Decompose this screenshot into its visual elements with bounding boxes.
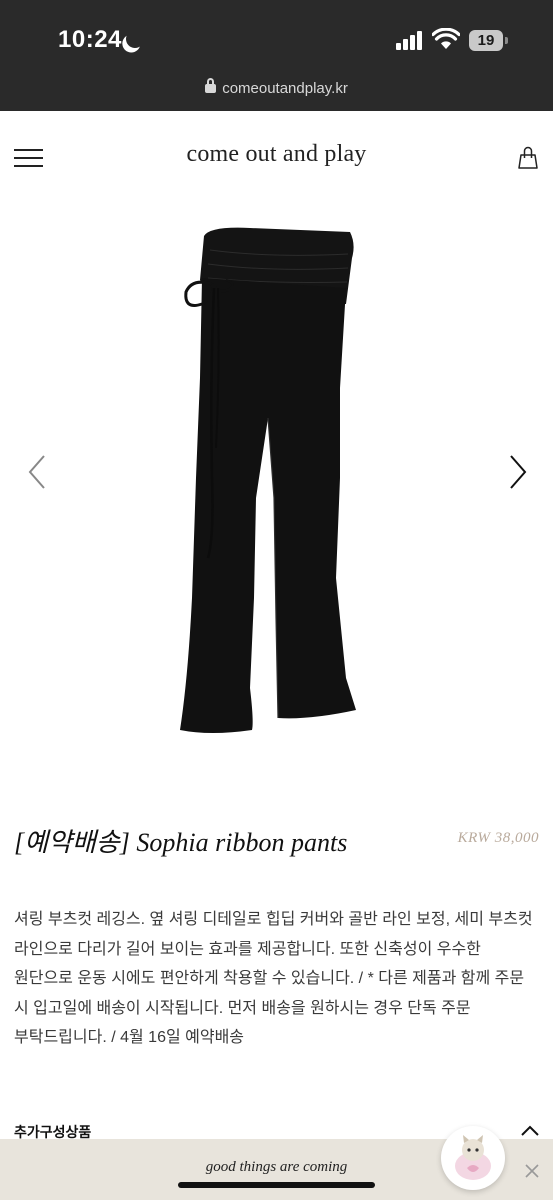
product-image[interactable] bbox=[150, 218, 410, 742]
close-icon[interactable] bbox=[522, 1161, 542, 1181]
battery-icon: 19 bbox=[469, 30, 503, 51]
status-bar: 10:24 19 comeoutandplay.kr bbox=[0, 0, 553, 111]
cat-mascot-icon bbox=[455, 1135, 491, 1180]
url-text: comeoutandplay.kr bbox=[222, 80, 348, 97]
product-description: 셔링 부츠컷 레깅스. 옆 셔링 디테일로 힙딥 커버와 골반 라인 보정, 세… bbox=[14, 911, 533, 1046]
lock-icon bbox=[205, 78, 217, 93]
status-time: 10:24 bbox=[58, 26, 122, 53]
brand-logo[interactable]: come out and play bbox=[0, 141, 553, 168]
wifi-icon bbox=[432, 28, 460, 49]
product-title: [예약배송] Sophia ribbon pants bbox=[14, 828, 348, 857]
battery-tip bbox=[505, 37, 508, 44]
home-indicator bbox=[178, 1182, 375, 1188]
next-image-arrow-icon[interactable] bbox=[503, 452, 533, 492]
chevron-up-icon[interactable] bbox=[519, 1124, 541, 1138]
shopping-bag-icon[interactable] bbox=[516, 146, 540, 170]
product-price: KRW 38,000 bbox=[457, 830, 539, 846]
previous-image-arrow-icon[interactable] bbox=[22, 452, 52, 492]
cellular-signal-icon bbox=[396, 30, 424, 50]
chat-button[interactable] bbox=[441, 1126, 505, 1190]
address-bar[interactable]: comeoutandplay.kr bbox=[0, 78, 553, 104]
moon-icon bbox=[123, 27, 146, 50]
